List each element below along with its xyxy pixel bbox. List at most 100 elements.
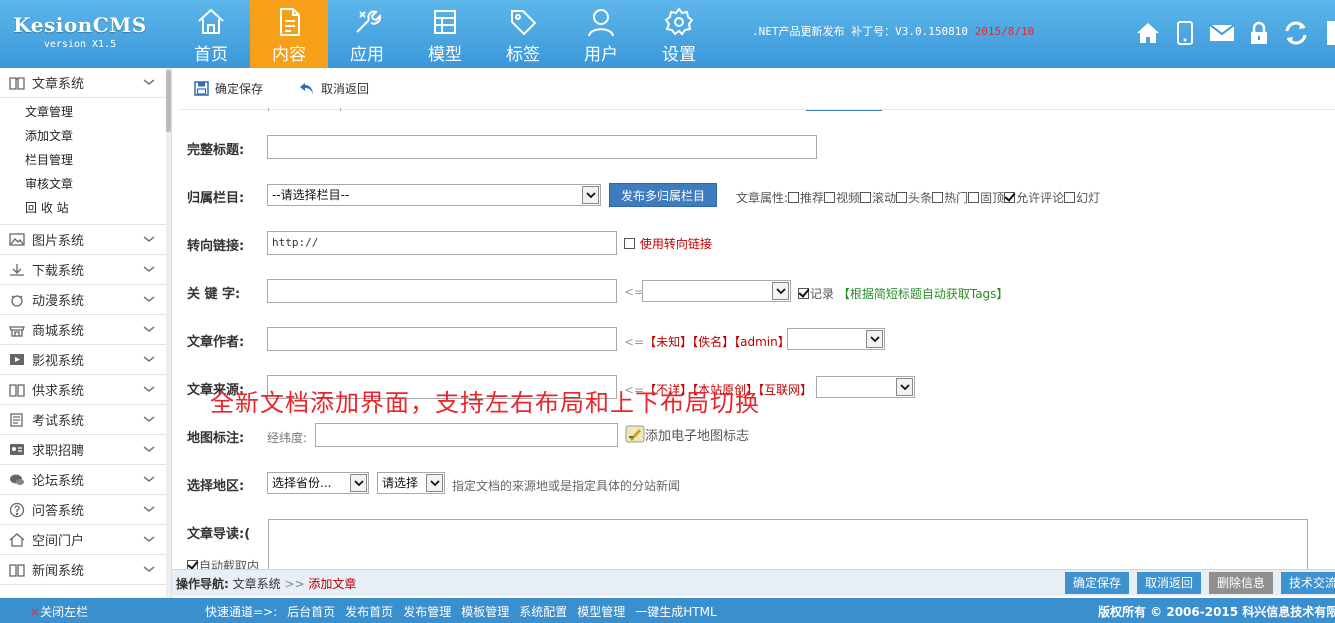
nav-tags[interactable]: 标签 [484, 0, 562, 68]
use-redirect-checkbox[interactable] [624, 238, 635, 249]
redirect-input[interactable]: http:// [267, 231, 617, 255]
author-option[interactable]: 【admin】 [734, 335, 790, 349]
home-icon[interactable] [1134, 18, 1161, 48]
quick-link[interactable]: 系统配置 [519, 603, 567, 620]
quick-link[interactable]: 后台首页 [287, 603, 335, 620]
cancel-button[interactable]: 取消返回 [299, 80, 369, 97]
add-map-label: 添加电子地图标志 [645, 429, 750, 444]
intro-label: 文章导读:( [187, 527, 251, 542]
mobile-icon[interactable] [1171, 18, 1198, 48]
keywords-select[interactable] [642, 280, 791, 302]
sidebar-item-video-system[interactable]: 影视系统 [0, 345, 171, 375]
home-icon [8, 532, 26, 548]
sidebar-sub-item[interactable]: 栏目管理 [0, 148, 171, 172]
add-map-link[interactable]: 添加电子地图标志 [625, 425, 749, 444]
column-select[interactable]: --请选择栏目-- [267, 184, 601, 206]
sidebar-item-download-system[interactable]: 下载系统 [0, 255, 171, 285]
latlng-input[interactable] [315, 423, 618, 447]
sidebar-sub-item[interactable]: 文章管理 [0, 100, 171, 124]
author-select[interactable] [787, 328, 885, 350]
auto-tags-link[interactable]: 【根据简短标题自动获取Tags】 [838, 287, 1009, 301]
breadcrumb-current: 添加文章 [308, 577, 357, 591]
attr-checkbox[interactable] [968, 192, 980, 203]
record-checkbox[interactable] [798, 288, 809, 299]
source-option[interactable]: 【互联网】 [758, 383, 812, 397]
record-option[interactable]: 记录 【根据简短标题自动获取Tags】 [798, 285, 1008, 302]
province-select[interactable]: 选择省份... [267, 472, 369, 494]
quick-link[interactable]: 发布首页 [345, 603, 393, 620]
sidebar-item-job-system[interactable]: 求职招聘 [0, 435, 171, 465]
sidebar-item-qa-system[interactable]: 问答系统 [0, 495, 171, 525]
attr-checkbox[interactable] [1004, 192, 1016, 203]
use-redirect-option[interactable]: 使用转向链接 [624, 235, 712, 252]
region-hint: 指定文档的来源地或是指定具体的分站新闻 [452, 479, 681, 493]
keywords-input[interactable] [267, 279, 617, 303]
full-title-input[interactable] [267, 135, 817, 159]
attr-name: 头条 [908, 191, 933, 205]
quick-link[interactable]: 模型管理 [577, 603, 625, 620]
sidebar-item-article-system[interactable]: 文章系统 [0, 68, 171, 98]
tag-icon [511, 10, 537, 36]
save-button[interactable]: 确定保存 [194, 80, 263, 97]
nav-label: 模型 [428, 45, 462, 65]
nav-users[interactable]: 用户 [562, 0, 640, 68]
patch-info: .NET产品更新发布 补丁号：V3.0.150810 2015/8/10 [752, 23, 1034, 39]
attr-checkbox[interactable] [860, 192, 872, 203]
attr-checkbox[interactable] [1064, 192, 1076, 203]
sidebar-item-shop-system[interactable]: 商城系统 [0, 315, 171, 345]
sidebar-item-exam-system[interactable]: 考试系统 [0, 405, 171, 435]
sidebar-label: 文章系统 [32, 77, 85, 92]
attr-checkbox[interactable] [896, 192, 908, 203]
sidebar-item-animation-system[interactable]: 动漫系统 [0, 285, 171, 315]
author-option[interactable]: 【佚名】 [692, 335, 734, 349]
status-delete-button[interactable]: 删除信息 [1209, 572, 1274, 594]
logo[interactable]: KesionCMS version X1.5 [0, 0, 160, 68]
sidebar-scrollbar[interactable] [166, 68, 171, 598]
attr-checkbox[interactable] [932, 192, 944, 203]
status-save-button[interactable]: 确定保存 [1065, 572, 1130, 594]
sidebar-label: 动漫系统 [32, 294, 85, 309]
sidebar-sub-item[interactable]: 添加文章 [0, 124, 171, 148]
refresh-icon[interactable] [1282, 18, 1309, 48]
lock-icon[interactable] [1245, 18, 1272, 48]
author-input[interactable] [267, 327, 617, 351]
sidebar-sub-item[interactable]: 回 收 站 [0, 196, 171, 220]
sidebar-sub-item[interactable]: 审核文章 [0, 172, 171, 196]
quick-links-label: 快速通道=>: [205, 605, 278, 619]
author-option[interactable]: 【未知】 [644, 335, 692, 349]
close-sidebar-button[interactable]: ×关闭左栏 [30, 603, 88, 620]
nav-models[interactable]: 模型 [406, 0, 484, 68]
city-select[interactable]: 请选择 [377, 472, 445, 494]
breadcrumb-item[interactable]: 文章系统 [233, 577, 281, 591]
nav-content[interactable]: 内容 [250, 0, 328, 68]
breadcrumb-label: 操作导航: [176, 577, 229, 591]
attr-checkbox[interactable] [824, 192, 836, 203]
auto-intro-option[interactable]: 自动截取内 [187, 557, 259, 569]
mail-icon[interactable] [1208, 18, 1235, 48]
quick-link[interactable]: 发布管理 [403, 603, 451, 620]
chevron-down-icon [143, 416, 155, 422]
sidebar-item-supply-system[interactable]: 供求系统 [0, 375, 171, 405]
auto-intro-checkbox[interactable] [187, 560, 198, 569]
scrollbar-thumb[interactable] [166, 70, 171, 132]
nav-apps[interactable]: 应用 [328, 0, 406, 68]
chevron-down-icon [143, 386, 155, 392]
intro-textarea[interactable] [268, 519, 1308, 569]
nav-settings[interactable]: 设置 [640, 0, 718, 68]
quick-link[interactable]: 模板管理 [461, 603, 509, 620]
chevron-down-icon [143, 506, 155, 512]
status-support-button[interactable]: 技术交流 [1281, 572, 1335, 594]
sidebar-item-forum-system[interactable]: 论坛系统 [0, 465, 171, 495]
multi-column-button[interactable]: 发布多归属栏目 [609, 183, 718, 207]
sidebar-item-image-system[interactable]: 图片系统 [0, 225, 171, 255]
sidebar-item-news-system[interactable]: 新闻系统 [0, 555, 171, 585]
status-cancel-button[interactable]: 取消返回 [1137, 572, 1202, 594]
promo-overlay-text: 全新文档添加界面，支持左右布局和上下布局切换 [210, 389, 760, 417]
nav-home[interactable]: 首页 [172, 0, 250, 68]
attr-checkbox[interactable] [788, 192, 800, 203]
quick-link[interactable]: 一键生成HTML [635, 603, 716, 620]
sidebar-item-space-portal[interactable]: 空间门户 [0, 525, 171, 555]
exit-icon[interactable] [1319, 18, 1335, 48]
source-select[interactable] [816, 376, 915, 398]
status-actions: 确定保存 取消返回 删除信息 技术交流 [1065, 572, 1335, 594]
